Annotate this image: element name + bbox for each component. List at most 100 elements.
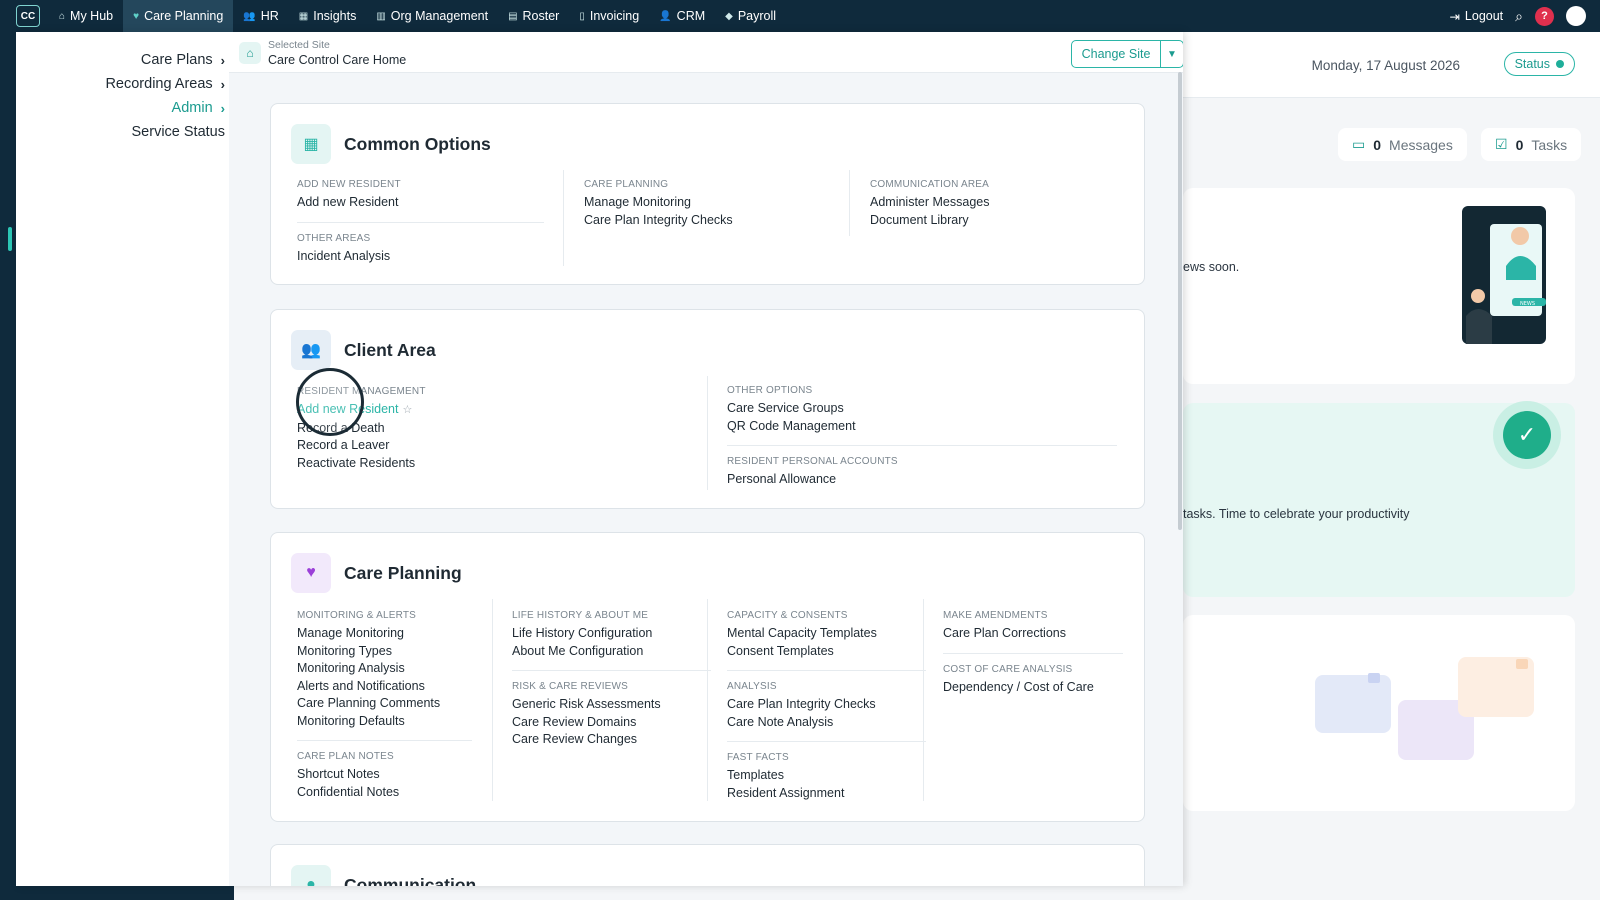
nav-item-label: Org Management	[390, 9, 489, 23]
menu-link[interactable]: QR Code Management	[727, 418, 1117, 436]
menu-link[interactable]: Reactivate Residents	[297, 455, 697, 473]
menu-link-label: Administer Messages	[870, 195, 990, 209]
menu-link-label: Manage Monitoring	[584, 195, 692, 209]
logout-button[interactable]: ⇥ Logout	[1449, 9, 1503, 24]
favorite-star-icon[interactable]: ☆	[402, 404, 412, 416]
menu-link[interactable]: Confidential Notes	[297, 784, 472, 802]
menu-link-label: Consent Templates	[727, 643, 834, 658]
change-site-button[interactable]: Change Site	[1071, 40, 1161, 68]
message-icon: ▭	[1352, 136, 1366, 152]
menu-link[interactable]: Monitoring Defaults	[297, 713, 472, 731]
nav-item-label: CRM	[676, 9, 706, 23]
menu-link[interactable]: Shortcut Notes	[297, 766, 472, 784]
nav-item-crm[interactable]: 👤 CRM	[649, 0, 715, 32]
search-icon[interactable]: ⌕	[1515, 8, 1523, 25]
menu-link[interactable]: Generic Risk Assessments	[512, 696, 711, 714]
nav-item-care-planning[interactable]: ♥ Care Planning	[123, 0, 234, 32]
menu-link[interactable]: Incident Analysis	[297, 248, 544, 266]
current-date: Monday, 17 August 2026	[1311, 58, 1460, 73]
sidebar-item-label: Recording Areas	[105, 76, 213, 92]
link-group: ADD NEW RESIDENT Add new Resident	[297, 179, 544, 223]
nav-item-org-management[interactable]: ▥ Org Management	[366, 0, 498, 32]
menu-link[interactable]: Care Review Changes	[512, 731, 711, 749]
nav-item-label: Insights	[313, 9, 357, 23]
chevron-right-icon: ›	[220, 100, 225, 116]
sidebar-item-service-status[interactable]: Service Status	[132, 124, 226, 140]
nav-item-label: Roster	[522, 9, 560, 23]
logout-label: Logout	[1464, 9, 1504, 23]
avatar[interactable]	[1566, 6, 1586, 26]
menu-link-label: Manage Monitoring	[297, 626, 405, 640]
group-title: ADD NEW RESIDENT	[297, 179, 401, 190]
column: OTHER OPTIONS Care Service Groups QR Code …	[707, 376, 1117, 490]
nav-item-payroll[interactable]: ◆ Payroll	[715, 0, 786, 32]
tasks-chip[interactable]: ☑ 0 Tasks	[1481, 128, 1582, 161]
status-button[interactable]: Status	[1503, 52, 1575, 76]
section-communication: ● Communication	[270, 844, 1145, 886]
nav-item-my-hub[interactable]: ⌂ My Hub	[49, 0, 123, 32]
nav-right: ⇥ Logout ⌕ ?	[1449, 6, 1600, 26]
link-group: LIFE HISTORY & ABOUT ME Life History Conf…	[512, 610, 711, 671]
heart-icon: ♥	[291, 553, 331, 593]
news-illustration-icon: NEWS	[1462, 206, 1546, 344]
section-header: ▦ Common Options	[291, 124, 491, 164]
menu-link-label: Care Review Changes	[512, 732, 638, 746]
menu-link[interactable]: Record a Leaver	[297, 437, 697, 455]
menu-link[interactable]: Document Library	[870, 212, 1129, 230]
chevron-down-icon[interactable]: ▼	[1160, 40, 1183, 68]
nav-item-roster[interactable]: ▤ Roster	[498, 0, 569, 32]
menu-link[interactable]: Mental Capacity Templates	[727, 625, 926, 643]
menu-link[interactable]: Care Plan Corrections	[943, 625, 1123, 643]
sidebar-item-care-plans[interactable]: Care Plans ›	[141, 52, 225, 68]
nav-item-label: Invoicing	[589, 9, 640, 23]
sidebar-item-recording-areas[interactable]: Recording Areas ›	[105, 76, 225, 92]
menu-link[interactable]: Manage Monitoring	[297, 625, 472, 643]
menu-link[interactable]: Monitoring Analysis	[297, 660, 472, 678]
left-rail	[0, 32, 16, 900]
menu-link[interactable]: Care Planning Comments	[297, 695, 472, 713]
logout-icon: ⇥	[1449, 9, 1460, 24]
menu-link[interactable]: Administer Messages	[870, 194, 1129, 212]
menu-link[interactable]: Consent Templates	[727, 643, 926, 661]
menu-link[interactable]: Care Plan Integrity Checks	[727, 696, 926, 714]
nav-item-hr[interactable]: 👥 HR	[233, 0, 289, 32]
link-group: CARE PLANNING Manage Monitoring Care Plan …	[584, 179, 849, 229]
menu-link[interactable]: Care Note Analysis	[727, 714, 926, 732]
nav-item-insights[interactable]: ▦ Insights	[289, 0, 367, 32]
menu-link[interactable]: Care Service Groups	[727, 400, 1117, 418]
menu-link[interactable]: Care Review Domains	[512, 714, 711, 732]
nav-menu: ⌂ My Hub ♥ Care Planning 👥 HR ▦ Insights ▥ Org Ma…	[49, 0, 786, 32]
menu-link-label: Document Library	[870, 212, 969, 227]
menu-link[interactable]: Templates	[727, 767, 926, 785]
rail-active-marker	[8, 227, 12, 251]
menu-link[interactable]: Add new Resident	[297, 194, 544, 212]
app-logo[interactable]: CC	[16, 5, 40, 27]
menu-link[interactable]: Dependency / Cost of Care	[943, 679, 1123, 697]
nav-item-label: Payroll	[737, 9, 777, 23]
scrollbar[interactable]	[1178, 72, 1182, 530]
link-group: RISK & CARE REVIEWS Generic Risk Assessme…	[512, 681, 711, 749]
section-client-area: 👥 Client Area RESIDENT MANAGEMENT Add new…	[270, 309, 1145, 509]
menu-link[interactable]: About Me Configuration	[512, 643, 711, 661]
column: CARE PLANNING Manage Monitoring Care Plan …	[563, 170, 849, 266]
menu-link[interactable]: Manage Monitoring	[584, 194, 849, 212]
messages-chip[interactable]: ▭ 0 Messages	[1338, 128, 1467, 161]
sidebar-item-admin[interactable]: Admin ›	[172, 100, 225, 116]
menu-link[interactable]: Life History Configuration	[512, 625, 711, 643]
menu-link[interactable]: Monitoring Types	[297, 643, 472, 661]
nav-item-invoicing[interactable]: ▯ Invoicing	[569, 0, 649, 32]
column: COMMUNICATION AREA Administer Messages Doc…	[849, 170, 1129, 236]
menu-sidebar: Care Plans › Recording Areas › Admin › S…	[16, 32, 229, 886]
column: MAKE AMENDMENTS Care Plan Corrections COST…	[923, 599, 1123, 801]
menu-link[interactable]: Personal Allowance	[727, 471, 1117, 489]
crm-icon: 👤	[659, 10, 672, 22]
menu-link[interactable]: Resident Assignment	[727, 785, 926, 803]
section-title: Care Planning	[344, 562, 462, 583]
help-icon[interactable]: ?	[1535, 6, 1554, 26]
menu-main: ⌂ Selected Site Care Control Care Home C…	[229, 32, 1183, 886]
section-header: ♥ Care Planning	[291, 553, 462, 593]
menu-link[interactable]: Care Plan Integrity Checks	[584, 212, 849, 230]
menu-link[interactable]: Alerts and Notifications	[297, 678, 472, 696]
group-title: CARE PLAN NOTES	[297, 751, 394, 762]
home-icon: ⌂	[59, 10, 66, 22]
